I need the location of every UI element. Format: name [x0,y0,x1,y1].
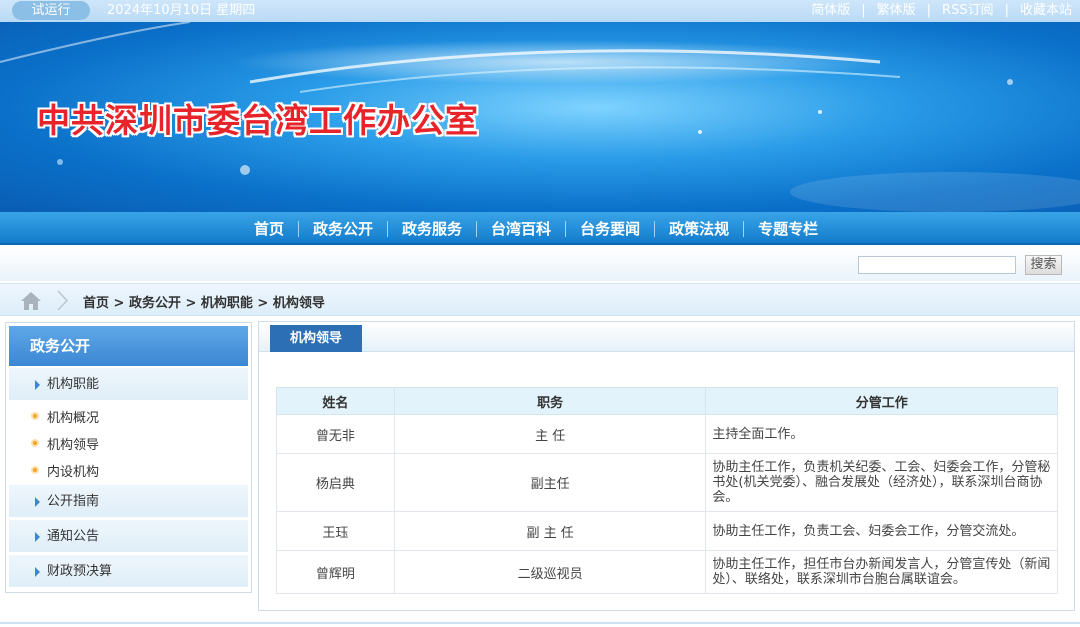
main-tab-bar: 机构领导 [259,322,1074,352]
link-traditional[interactable]: 繁体版 [877,2,916,20]
trial-badge: 试运行 [12,1,90,20]
table-row: 曾无非 主 任 主持全面工作。 [276,414,1058,454]
nav-taiwan-news[interactable]: 台务要闻 [566,218,654,239]
cell-position: 副主任 [393,453,707,512]
search-row: 搜索 [0,247,1080,281]
table-header-row: 姓名 职务 分管工作 [276,387,1058,415]
leaders-table: 姓名 职务 分管工作 曾无非 主 任 主持全面工作。 杨启典 副主任 协助主任工… [276,387,1058,594]
main-panel: 机构领导 姓名 职务 分管工作 曾无非 主 任 主持全面工作。 杨启典 副主任 [258,321,1075,611]
sidebar-item-label: 财政预决算 [47,564,113,579]
triangle-right-icon [35,567,40,577]
link-simplified[interactable]: 简体版 [811,2,850,20]
divider: | [1004,3,1009,18]
header-banner: 中共深圳市委台湾工作办公室 [0,22,1080,212]
top-links: 简体版 | 繁体版 | RSS订阅 | 收藏本站 [811,2,1072,20]
dot-bullet-icon [31,466,39,474]
dot-bullet-icon [31,439,39,447]
cell-position: 主 任 [393,414,707,454]
column-header-position: 职务 [393,387,707,415]
divider: | [861,3,866,18]
table-row: 曾辉明 二级巡视员 协助主任工作，担任市台办新闻发言人，分管宣传处（新闻处）、联… [276,550,1058,594]
cell-name: 王珏 [276,511,395,551]
link-bookmark[interactable]: 收藏本站 [1020,2,1072,20]
column-header-name: 姓名 [276,387,395,415]
cell-duties: 主持全面工作。 [705,414,1058,454]
cell-position: 副 主 任 [393,511,707,551]
site-title: 中共深圳市委台湾工作办公室 [37,101,479,140]
tab-leaders[interactable]: 机构领导 [270,325,362,352]
sidebar-subitem-label: 机构概况 [47,411,100,426]
column-header-duties: 分管工作 [705,387,1058,415]
sidebar-item-institution-functions[interactable]: 机构职能 [9,368,248,401]
home-icon[interactable] [20,291,42,311]
cell-position: 二级巡视员 [393,550,707,594]
main-nav: 首页 政务公开 政务服务 台湾百科 台务要闻 政策法规 专题专栏 [0,212,1080,245]
sidebar-subitem-label: 机构领导 [47,438,100,453]
sidebar-item-disclosure-guide[interactable]: 公开指南 [9,485,248,518]
cell-duties: 协助主任工作，担任市台办新闻发言人，分管宣传处（新闻处）、联络处，联系深圳市台胞… [705,550,1058,594]
breadcrumb[interactable]: 首页 > 政务公开 > 机构职能 > 机构领导 [83,292,325,311]
top-bar: 试运行 2024年10月10日 星期四 简体版 | 繁体版 | RSS订阅 | … [0,0,1080,22]
dot-bullet-icon [31,412,39,420]
nav-special-topics[interactable]: 专题专栏 [744,218,832,239]
sidebar-subitem-label: 内设机构 [47,465,100,480]
nav-taiwan-encyclopedia[interactable]: 台湾百科 [477,218,565,239]
sidebar-item-label: 机构职能 [47,377,100,392]
sidebar-item-label: 通知公告 [47,529,100,544]
table-row: 王珏 副 主 任 协助主任工作，负责工会、妇委会工作，分管交流处。 [276,511,1058,551]
triangle-right-icon [35,532,40,542]
current-date: 2024年10月10日 星期四 [107,3,256,18]
cell-name: 杨启典 [276,453,395,512]
sidebar-item-label: 公开指南 [47,494,100,509]
cell-duties: 协助主任工作，负责机关纪委、工会、妇委会工作，分管秘书处(机关党委）、融合发展处… [705,453,1058,512]
sidebar-item-budget[interactable]: 财政预决算 [9,555,248,588]
triangle-right-icon [35,380,40,390]
nav-policies[interactable]: 政策法规 [655,218,743,239]
breadcrumb-bar: 首页 > 政务公开 > 机构职能 > 机构领导 [0,283,1080,316]
nav-government-affairs[interactable]: 政务公开 [299,218,387,239]
footer-divider [0,622,1080,624]
chevron-right-icon [57,290,69,311]
search-input[interactable] [858,256,1016,274]
link-rss[interactable]: RSS订阅 [942,2,994,20]
search-button[interactable]: 搜索 [1025,255,1062,275]
nav-home[interactable]: 首页 [240,218,298,239]
triangle-right-icon [35,497,40,507]
nav-government-services[interactable]: 政务服务 [388,218,476,239]
divider: | [926,3,932,18]
sidebar-heading[interactable]: 政务公开 [9,326,248,366]
cell-name: 曾无非 [276,414,395,454]
cell-duties: 协助主任工作，负责工会、妇委会工作，分管交流处。 [705,511,1058,551]
sidebar-item-announcements[interactable]: 通知公告 [9,520,248,553]
cell-name: 曾辉明 [276,550,395,594]
sidebar: 政务公开 机构职能 机构概况 机构领导 内设机构 公开指南 通知公告 财政预决算 [5,322,252,593]
table-row: 杨启典 副主任 协助主任工作，负责机关纪委、工会、妇委会工作，分管秘书处(机关党… [276,453,1058,512]
